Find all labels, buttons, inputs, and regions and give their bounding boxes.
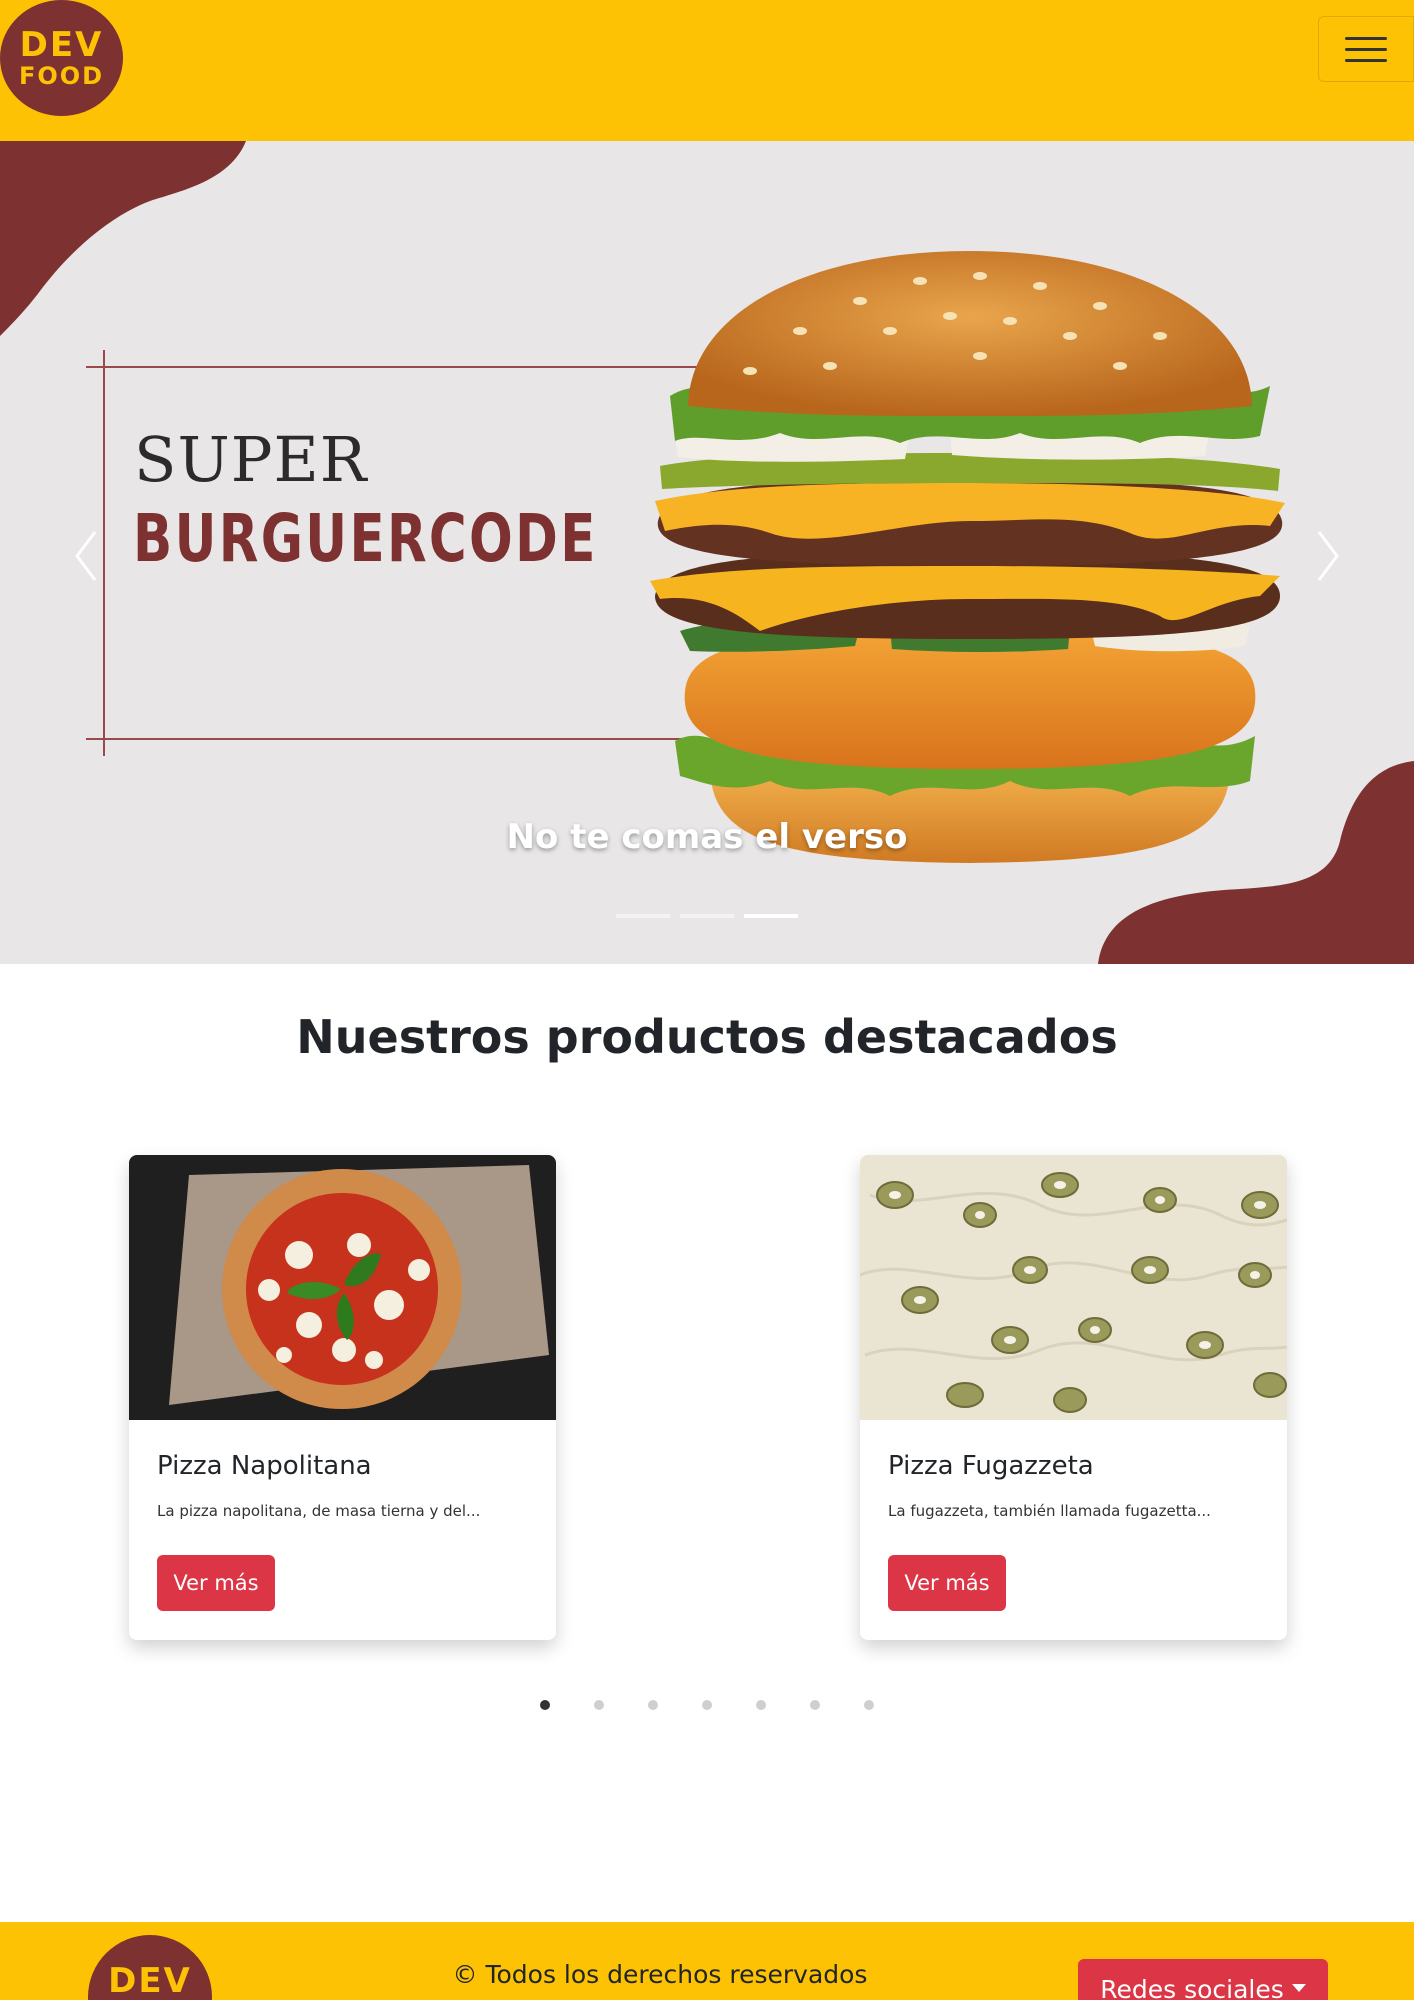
hamburger-icon-bar — [1345, 58, 1387, 62]
hero-title-super: SUPER — [134, 423, 368, 496]
burger-image — [650, 251, 1285, 863]
navbar: DEV FOOD — [0, 0, 1414, 141]
carousel-indicator-3[interactable] — [744, 914, 798, 918]
hero-carousel: SUPER BURGUERCODE No te comas el verso — [0, 141, 1414, 964]
hero-caption: No te comas el verso — [506, 817, 908, 857]
hamburger-icon-bar — [1345, 36, 1387, 40]
carousel-dot-6[interactable] — [810, 1700, 820, 1710]
product-card-napolitana: Pizza Napolitana La pizza napolitana, de… — [129, 1155, 556, 1640]
brand-logo[interactable]: DEV FOOD — [0, 0, 123, 116]
carousel-dot-2[interactable] — [594, 1700, 604, 1710]
card-description: La fugazzeta, también llamada fugazetta.… — [888, 1502, 1211, 1520]
social-dropdown-button[interactable]: Redes sociales — [1078, 1959, 1328, 2000]
social-dropdown-label: Redes sociales — [1100, 1975, 1284, 2000]
ver-mas-button[interactable]: Ver más — [157, 1555, 275, 1611]
footer: DEV © Todos los derechos reservados Rede… — [0, 1922, 1414, 2000]
carousel-indicators — [0, 914, 1414, 918]
product-card-fugazzeta: Pizza Fugazzeta La fugazzeta, también ll… — [860, 1155, 1287, 1640]
carousel-indicator-1[interactable] — [616, 914, 670, 918]
chevron-right-icon — [1317, 531, 1339, 581]
carousel-dot-5[interactable] — [756, 1700, 766, 1710]
product-carousel-dots — [0, 1700, 1414, 1710]
hamburger-icon-bar — [1345, 47, 1387, 51]
carousel-prev-button[interactable] — [66, 521, 106, 591]
carousel-dot-3[interactable] — [648, 1700, 658, 1710]
hero-title-burguercode: BURGUERCODE — [133, 500, 598, 577]
card-description: La pizza napolitana, de masa tierna y de… — [157, 1502, 481, 1520]
menu-toggle-button[interactable] — [1318, 16, 1414, 82]
carousel-dot-1[interactable] — [540, 1700, 550, 1710]
card-title: Pizza Napolitana — [157, 1451, 372, 1481]
logo-text-food: FOOD — [18, 62, 105, 90]
pizza-fugazzeta-image — [860, 1155, 1287, 1420]
card-title: Pizza Fugazzeta — [888, 1451, 1094, 1481]
ver-mas-button[interactable]: Ver más — [888, 1555, 1006, 1611]
carousel-dot-7[interactable] — [864, 1700, 874, 1710]
pizza-napolitana-image — [129, 1155, 556, 1420]
caret-down-icon — [1291, 1984, 1306, 1992]
section-title: Nuestros productos destacados — [296, 1010, 1118, 1064]
frame-line-bottom — [86, 738, 706, 740]
carousel-dot-4[interactable] — [702, 1700, 712, 1710]
carousel-indicator-2[interactable] — [680, 914, 734, 918]
frame-line-top — [86, 366, 706, 368]
logo-text-dev: DEV — [19, 25, 104, 65]
carousel-next-button[interactable] — [1308, 521, 1348, 591]
chevron-left-icon — [75, 531, 97, 581]
